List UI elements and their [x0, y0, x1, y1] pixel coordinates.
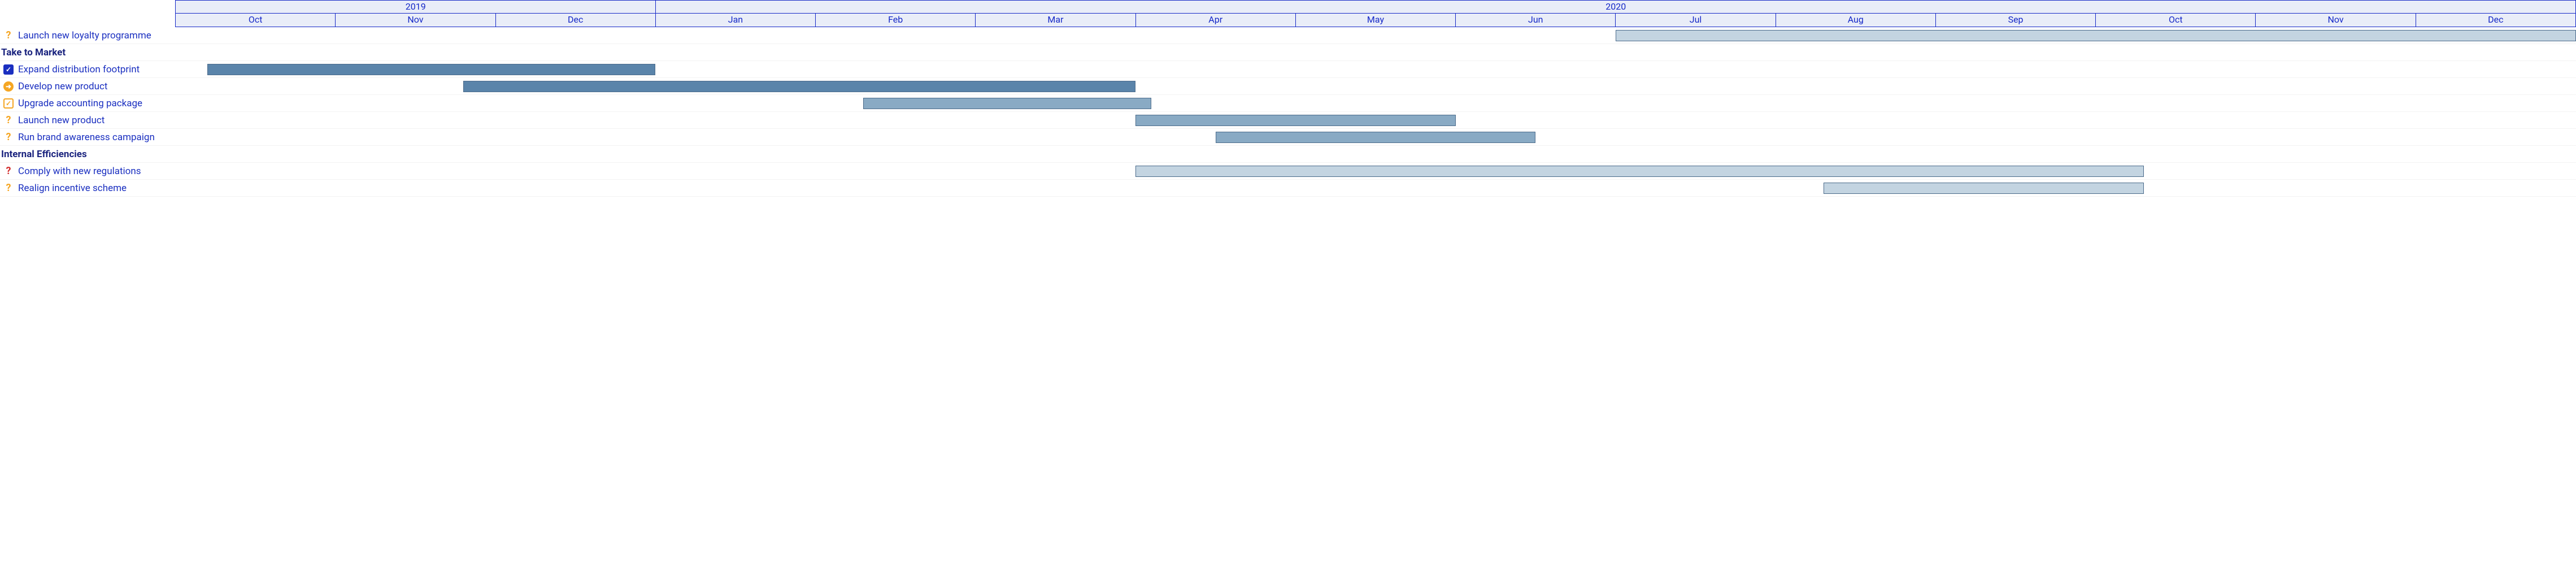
- row-label-cell[interactable]: ? Launch new loyalty programme: [0, 30, 175, 41]
- row-timeline: [175, 78, 2576, 94]
- row-timeline: [175, 112, 2576, 128]
- gantt-bar[interactable]: [207, 64, 655, 75]
- task-label: Launch new product: [18, 115, 105, 126]
- row-timeline: [175, 163, 2576, 179]
- years-container: 20192020: [175, 0, 2576, 14]
- month-cell: Nov: [2256, 14, 2416, 27]
- question-icon: ?: [3, 31, 14, 41]
- task-label: Upgrade accounting package: [18, 98, 142, 109]
- section-row: Internal Efficiencies: [0, 146, 2576, 163]
- month-cell: Dec: [2416, 14, 2576, 27]
- months-container: OctNovDecJanFebMarAprMayJunJulAugSepOctN…: [175, 14, 2576, 27]
- row-label-cell[interactable]: ✓ Expand distribution footprint: [0, 64, 175, 75]
- row-timeline: [175, 27, 2576, 44]
- arrow-icon: ➜: [3, 81, 14, 92]
- task-row: ✓ Expand distribution footprint: [0, 61, 2576, 78]
- section-label: Take to Market: [1, 47, 66, 58]
- month-cell: Apr: [1136, 14, 1296, 27]
- month-cell: Oct: [2096, 14, 2256, 27]
- gantt-bar[interactable]: [463, 81, 1135, 92]
- task-label: Expand distribution footprint: [18, 64, 140, 75]
- row-label-cell[interactable]: ✓ Upgrade accounting package: [0, 98, 175, 109]
- rows-container: ? Launch new loyalty programme Take to Mar…: [0, 27, 2576, 197]
- task-row: ➜ Develop new product: [0, 78, 2576, 95]
- month-cell: Feb: [816, 14, 976, 27]
- question-icon: ?: [3, 183, 14, 193]
- header-spacer-2: [0, 14, 175, 27]
- gantt-bar[interactable]: [1135, 166, 2144, 177]
- gantt-bar[interactable]: [1135, 115, 1456, 126]
- row-label-cell: Take to Market: [0, 47, 175, 58]
- question-icon: ?: [3, 115, 14, 125]
- task-label: Launch new loyalty programme: [18, 30, 151, 41]
- section-label: Internal Efficiencies: [1, 149, 87, 160]
- row-timeline: [175, 61, 2576, 77]
- task-row: ? Realign incentive scheme: [0, 180, 2576, 197]
- month-cell: Jan: [656, 14, 816, 27]
- month-cell: Dec: [496, 14, 656, 27]
- row-timeline: [175, 95, 2576, 111]
- row-label-cell[interactable]: ? Comply with new regulations: [0, 166, 175, 177]
- row-label-cell: Internal Efficiencies: [0, 149, 175, 160]
- task-row: ? Run brand awareness campaign: [0, 129, 2576, 146]
- task-row: ? Launch new loyalty programme: [0, 27, 2576, 44]
- question-icon: ?: [3, 132, 14, 142]
- row-timeline: [175, 180, 2576, 196]
- month-cell: Aug: [1776, 14, 1936, 27]
- row-timeline: [175, 129, 2576, 145]
- question-icon: ?: [3, 166, 14, 176]
- header-years-row: 20192020: [0, 0, 2576, 14]
- checkbox-icon: ✓: [3, 98, 14, 109]
- row-label-cell[interactable]: ? Launch new product: [0, 115, 175, 126]
- year-cell: 2019: [175, 0, 656, 14]
- gantt-bar[interactable]: [1824, 183, 2144, 194]
- row-label-cell[interactable]: ➜ Develop new product: [0, 81, 175, 92]
- row-label-cell[interactable]: ? Run brand awareness campaign: [0, 132, 175, 143]
- task-label: Realign incentive scheme: [18, 183, 127, 194]
- month-cell: May: [1296, 14, 1456, 27]
- month-cell: Oct: [175, 14, 336, 27]
- month-cell: Nov: [336, 14, 495, 27]
- task-label: Develop new product: [18, 81, 107, 92]
- month-cell: Mar: [976, 14, 1135, 27]
- row-timeline: [175, 146, 2576, 162]
- task-row: ? Comply with new regulations: [0, 163, 2576, 180]
- check-icon: ✓: [3, 64, 14, 75]
- task-row: ✓ Upgrade accounting package: [0, 95, 2576, 112]
- header-months-row: OctNovDecJanFebMarAprMayJunJulAugSepOctN…: [0, 14, 2576, 27]
- task-label: Comply with new regulations: [18, 166, 141, 177]
- task-label: Run brand awareness campaign: [18, 132, 155, 143]
- gantt-bar[interactable]: [863, 98, 1151, 109]
- month-cell: Jul: [1616, 14, 1776, 27]
- header-spacer: [0, 0, 175, 14]
- month-cell: Sep: [1936, 14, 2096, 27]
- row-timeline: [175, 44, 2576, 60]
- section-row: Take to Market: [0, 44, 2576, 61]
- gantt-bar[interactable]: [1616, 30, 2576, 41]
- row-label-cell[interactable]: ? Realign incentive scheme: [0, 183, 175, 194]
- gantt-bar[interactable]: [1216, 132, 1536, 143]
- gantt-chart: 20192020 OctNovDecJanFebMarAprMayJunJulA…: [0, 0, 2576, 197]
- month-cell: Jun: [1456, 14, 1616, 27]
- task-row: ? Launch new product: [0, 112, 2576, 129]
- year-cell: 2020: [656, 0, 2576, 14]
